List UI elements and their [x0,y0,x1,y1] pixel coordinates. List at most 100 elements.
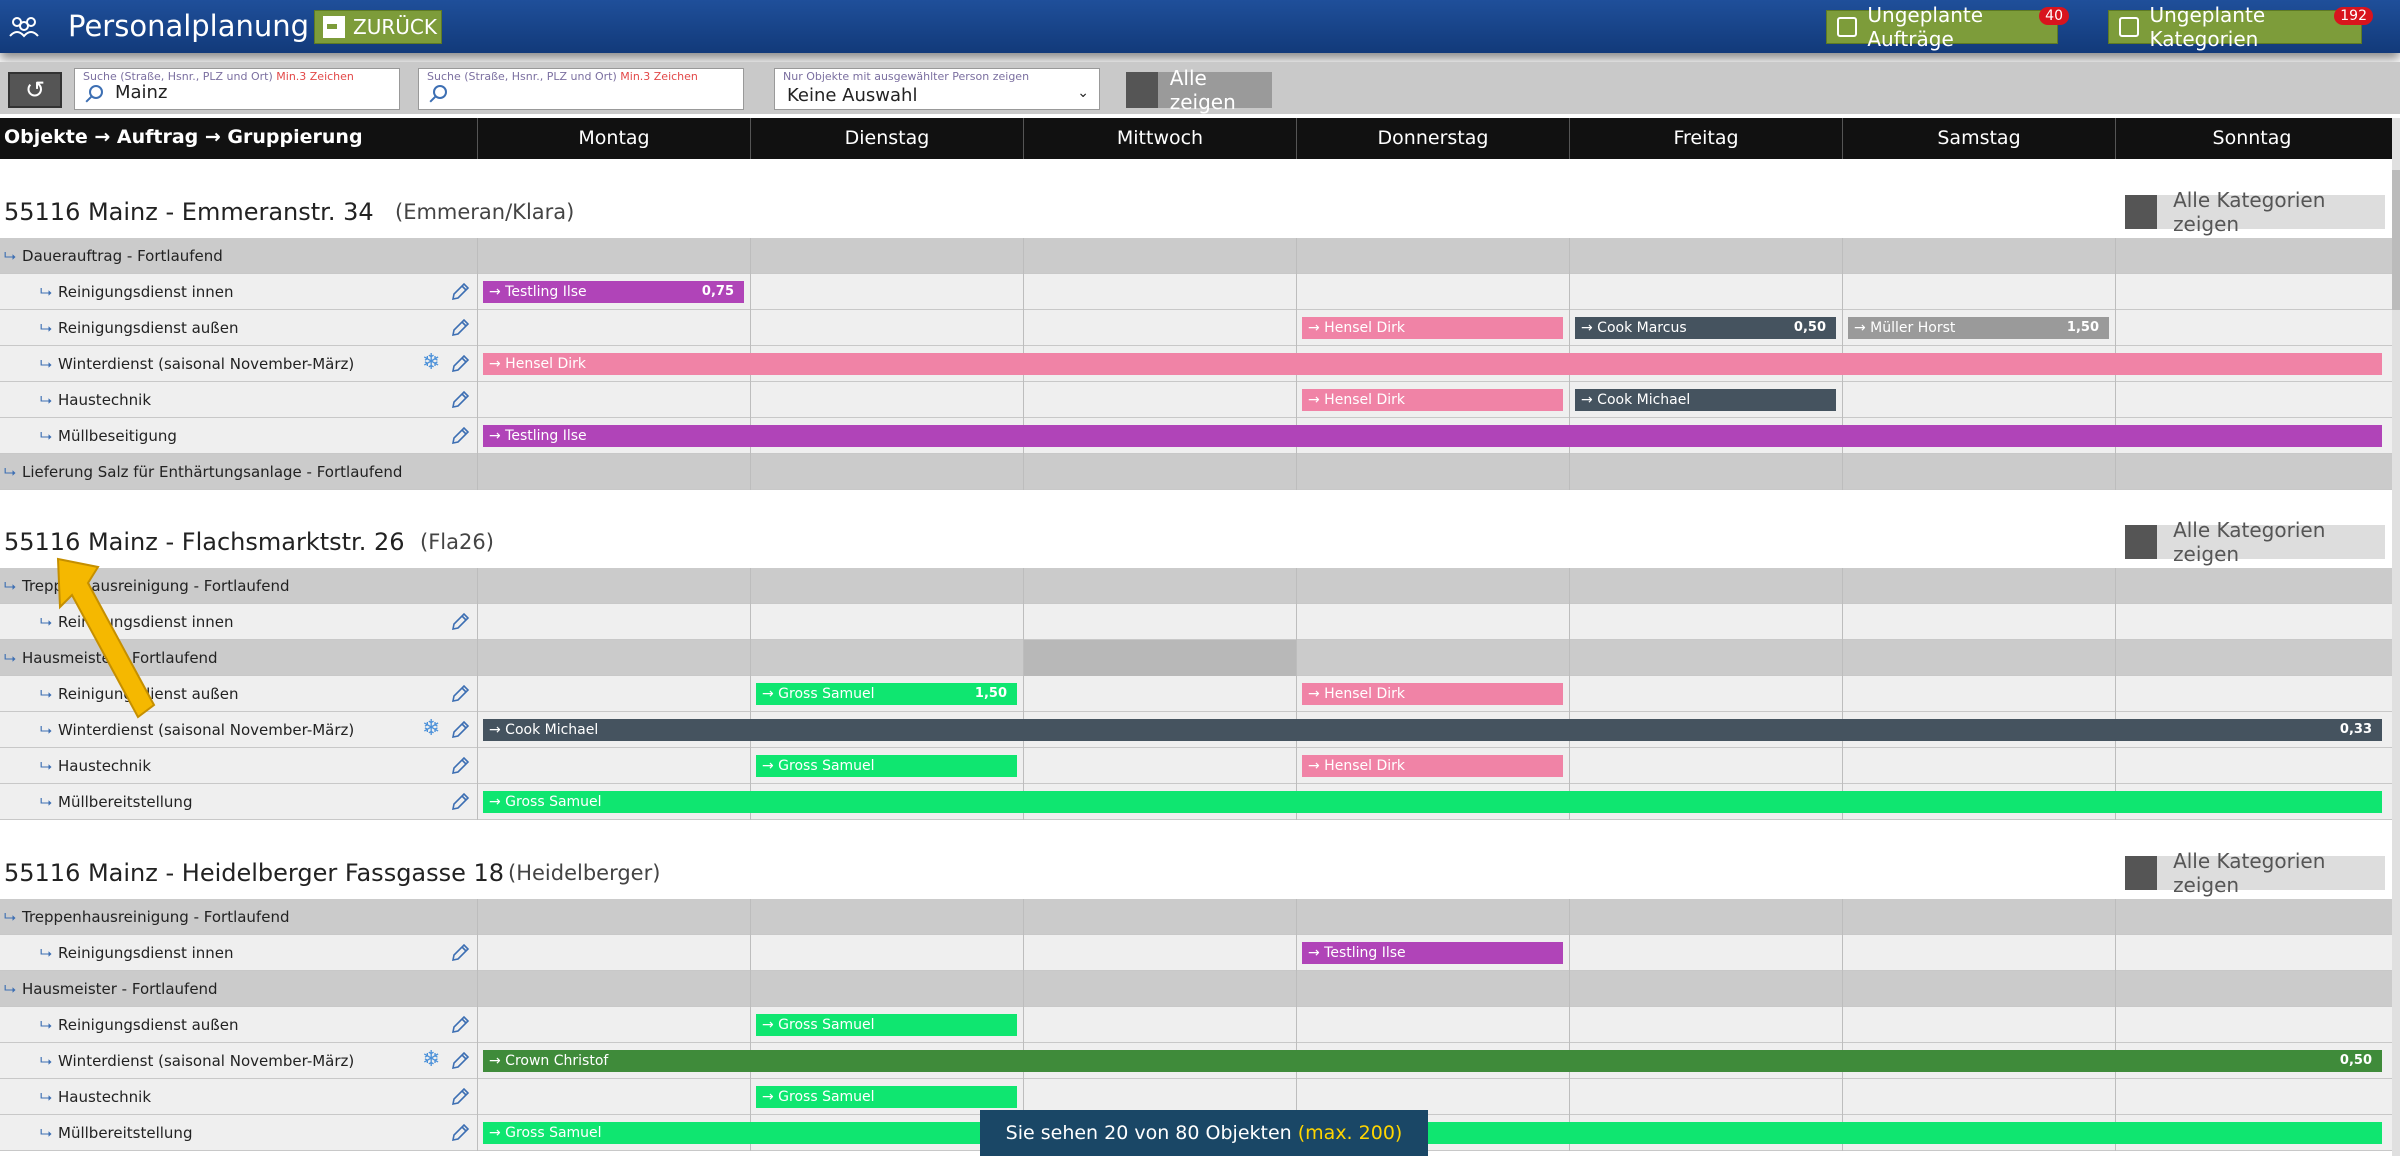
edit-pencil-icon[interactable] [450,1087,470,1107]
assignment-bar[interactable]: → Cook Michael 0,33 [483,719,2382,741]
assignment-bar[interactable]: → Hensel Dirk [1302,683,1563,705]
assigned-hours: 1,50 [2066,320,2099,335]
return-arrow-icon: ⮡ [40,757,53,775]
assignment-bar[interactable]: → Gross Samuel [483,791,2382,813]
day-divider [750,935,751,971]
edit-pencil-icon[interactable] [450,1123,470,1143]
scrollbar-thumb[interactable] [2392,170,2400,310]
label-text: Hausmeister - Fortlaufend [22,980,218,998]
edit-pencil-icon[interactable] [450,1051,470,1071]
assigned-hours: 0,50 [1793,320,1826,335]
show-categories-button[interactable]: Alle Kategorien zeigen [2125,849,2385,897]
assignment-bar[interactable]: → Cook Michael [1575,389,1836,411]
day-divider [477,935,478,971]
day-divider [1842,382,1843,418]
day-header-0: Montag [477,118,750,159]
search-input-1[interactable]: Mainz [115,82,167,103]
person-select-hint: Nur Objekte mit ausgewählter Person zeig… [783,70,1030,83]
edit-pencil-icon[interactable] [450,943,470,963]
unplanned-categories-button[interactable]: Ungeplante Kategorien 192 [2108,3,2373,51]
assignment-bar[interactable]: → Testling Ilse [1302,942,1563,964]
show-categories-button[interactable]: Alle Kategorien zeigen [2125,188,2385,236]
edit-pencil-icon[interactable] [450,282,470,302]
assignment-bar[interactable]: → Gross Samuel 1,50 [756,683,1017,705]
edit-pencil-icon[interactable] [450,756,470,776]
day-divider [477,1079,478,1115]
assigned-person: → Gross Samuel [762,1089,875,1105]
day-divider [2115,238,2116,274]
chevron-down-icon: ⌄ [1077,85,1089,101]
day-divider [1842,676,1843,712]
search-icon [89,85,103,99]
search-field-1[interactable]: Suche (Straße, Hsnr., PLZ und Ort) Min.3… [74,68,400,110]
assignment-bar[interactable]: → Cook Marcus 0,50 [1575,317,1836,339]
assignment-bar[interactable]: → Hensel Dirk [1302,755,1563,777]
object-short-name: (Emmeran/Klara) [395,200,575,224]
assignment-bar[interactable]: → Testling Ilse [483,425,2382,447]
assigned-person: → Crown Christof [489,1053,609,1069]
edit-pencil-icon[interactable] [450,426,470,446]
search-hint-2: Suche (Straße, Hsnr., PLZ und Ort) Min.3… [427,70,698,83]
category-label: ⮡ Reinigungsdienst außen [40,319,238,337]
order-row: ⮡ Lieferung Salz für Enthärtungsanlage - … [0,454,2392,490]
reset-button[interactable]: ↺ [8,72,62,108]
assignment-bar[interactable]: → Testling Ilse 0,75 [483,281,744,303]
assignment-bar[interactable]: → Crown Christof 0,50 [483,1050,2382,1072]
day-divider [1296,604,1297,640]
day-divider [1023,310,1024,346]
edit-pencil-icon[interactable] [450,792,470,812]
app-title: Personalplanung [68,9,310,43]
person-select-value: Keine Auswahl [787,85,918,106]
day-divider [477,1043,478,1079]
edit-pencil-icon[interactable] [450,318,470,338]
show-categories-button[interactable]: Alle Kategorien zeigen [2125,518,2385,566]
edit-pencil-icon[interactable] [450,684,470,704]
assignment-bar[interactable]: → Gross Samuel [756,755,1017,777]
day-divider [1569,238,1570,274]
day-divider [1296,899,1297,935]
day-divider [2115,604,2116,640]
day-divider [1842,748,1843,784]
object-title: 55116 Mainz - Flachsmarktstr. 26 [4,528,405,556]
return-arrow-icon: ⮡ [40,283,53,301]
assigned-person: → Cook Marcus [1581,320,1687,336]
edit-pencil-icon[interactable] [450,612,470,632]
assigned-person: → Hensel Dirk [1308,686,1405,702]
assigned-person: → Gross Samuel [489,794,602,810]
day-divider [1569,1007,1570,1043]
day-divider [2115,382,2116,418]
day-divider [1842,568,1843,604]
assignment-bar[interactable]: → Gross Samuel [756,1086,1017,1108]
order-label: ⮡ Lieferung Salz für Enthärtungsanlage - … [4,463,402,481]
category-row: ⮡ Haustechnik → Hensel Dirk → Cook Michael [0,382,2392,418]
search-field-2[interactable]: Suche (Straße, Hsnr., PLZ und Ort) Min.3… [418,68,744,110]
assignment-bar[interactable]: → Hensel Dirk [1302,317,1563,339]
label-text: Haustechnik [58,391,152,409]
day-divider [1842,640,1843,676]
edit-pencil-icon[interactable] [450,390,470,410]
day-header-3: Donnerstag [1296,118,1569,159]
edit-pencil-icon[interactable] [450,720,470,740]
assignment-bar[interactable]: → Gross Samuel [756,1014,1017,1036]
edit-pencil-icon[interactable] [450,354,470,374]
unplanned-orders-button[interactable]: Ungeplante Aufträge 40 [1826,3,2069,51]
category-label: ⮡ Haustechnik [40,391,151,409]
assignment-bar[interactable]: → Hensel Dirk [483,353,2382,375]
category-row: ⮡ Winterdienst (saisonal November-März) ❄ →… [0,712,2392,748]
assigned-person: → Testling Ilse [1308,945,1406,961]
show-all-toggle[interactable]: Alle zeigen [1126,66,1272,114]
day-divider [1023,748,1024,784]
show-categories-label: Alle Kategorien zeigen [2173,849,2326,897]
day-divider [477,1115,478,1151]
order-row: ⮡Hausmeister - Fortlaufend [0,640,2392,676]
assigned-person: → Hensel Dirk [1308,392,1405,408]
assignment-bar[interactable]: → Müller Horst 1,50 [1848,317,2109,339]
assignment-bar[interactable]: → Gross Samuel [483,1122,2382,1144]
person-select[interactable]: Nur Objekte mit ausgewählter Person zeig… [774,68,1100,110]
back-button[interactable]: ZURÜCK [314,10,442,44]
return-arrow-icon: ⮡ [40,944,53,962]
edit-pencil-icon[interactable] [450,1015,470,1035]
assignment-bar[interactable]: → Hensel Dirk [1302,389,1563,411]
document-icon [1837,17,1858,37]
label-text: Reinigungsdienst innen [58,944,234,962]
